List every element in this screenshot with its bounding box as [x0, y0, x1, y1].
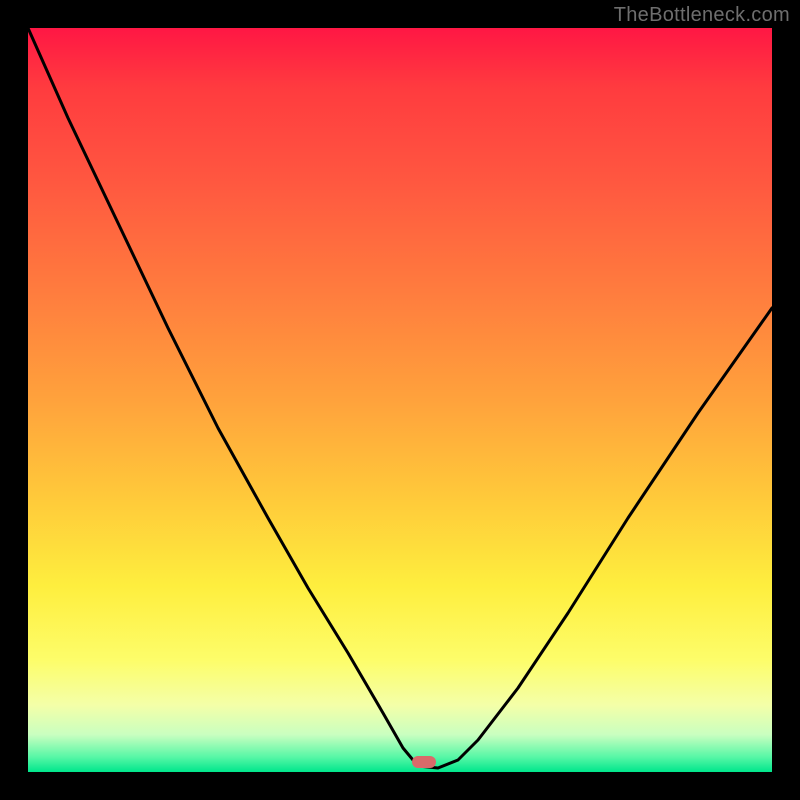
watermark-text: TheBottleneck.com [614, 4, 790, 27]
chart-frame: TheBottleneck.com [0, 0, 800, 800]
bottleneck-curve [28, 28, 772, 772]
bottleneck-marker [412, 756, 436, 768]
chart-plot-area [28, 28, 772, 772]
